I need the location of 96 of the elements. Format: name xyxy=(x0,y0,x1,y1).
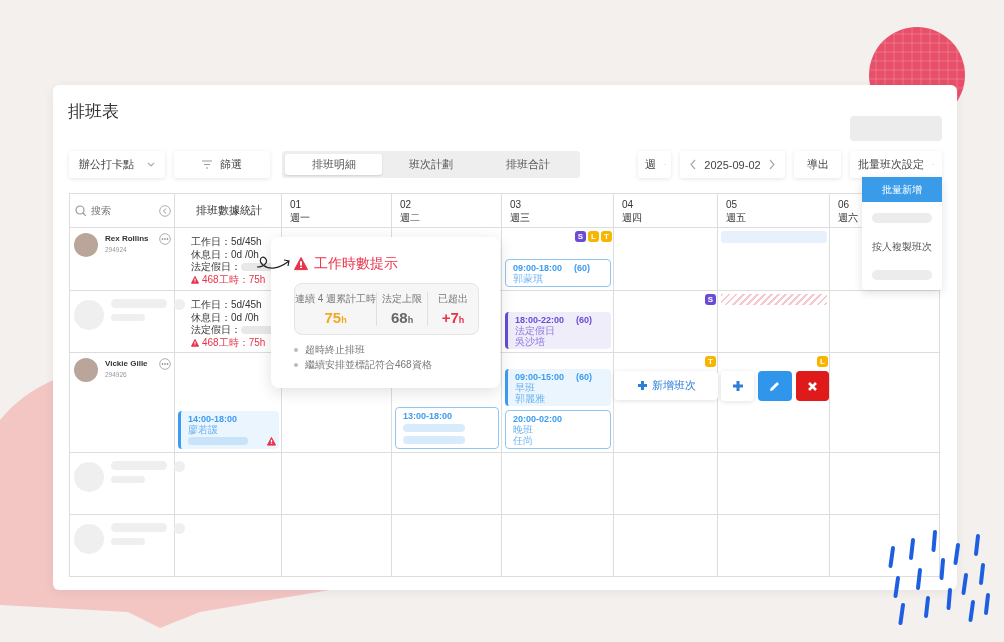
day-number: 02 xyxy=(400,198,412,211)
metric-label: 已超出 xyxy=(438,292,469,306)
shift-note: 早班 xyxy=(515,383,536,394)
shift-type-badge: L xyxy=(817,356,828,367)
day-number: 06 xyxy=(838,198,850,211)
shift-type-badge: S xyxy=(575,231,586,242)
tab[interactable]: 班次計劃 xyxy=(382,154,480,175)
metric-value: 75h xyxy=(324,309,347,326)
shift-type-badge: T xyxy=(601,231,612,242)
batch-settings-select[interactable]: 批量班次設定 xyxy=(850,151,942,178)
shift-card[interactable]: 18:00-22:00 (60) 法定假日 吳沙培 xyxy=(505,312,611,349)
placeholder-bar xyxy=(403,424,466,432)
shift-type-badge: T xyxy=(705,356,716,367)
caret-icon xyxy=(147,162,155,167)
export-button[interactable]: 導出 xyxy=(794,151,841,178)
weekday-label: 週三 xyxy=(510,211,530,224)
shift-note: 吳沙培 xyxy=(515,336,546,347)
close-icon xyxy=(805,379,819,393)
plus-icon xyxy=(636,380,648,391)
shift-note: 廖若諼 xyxy=(188,424,219,435)
shift-time: 14:00-18:00 xyxy=(188,412,238,424)
tab[interactable]: 排班合計 xyxy=(479,154,577,175)
placeholder-bar xyxy=(188,437,248,445)
plus-icon xyxy=(731,380,744,392)
view-select[interactable]: 週 xyxy=(638,151,671,178)
search-icon xyxy=(75,205,86,216)
avatar-placeholder xyxy=(74,358,98,382)
stat-text: 工作日：5d/45h xyxy=(191,236,262,249)
more-icon xyxy=(159,233,171,245)
bullet-dot-icon xyxy=(294,363,298,367)
break-minutes: (60) xyxy=(576,371,593,383)
menu-item[interactable]: 按人複製班次 xyxy=(862,234,942,259)
overtime-warning: 468工時：75h xyxy=(202,273,266,286)
stat-text: 工作日：5d/45h xyxy=(191,299,262,312)
add-button[interactable] xyxy=(721,371,755,401)
shift-type-badge: S xyxy=(705,294,716,305)
stat-text: 法定假日： xyxy=(191,261,241,274)
break-minutes: (60) xyxy=(576,314,593,326)
page-title: 排班表 xyxy=(68,101,119,123)
placeholder-dot xyxy=(174,299,185,310)
weekday-label: 週六 xyxy=(838,211,858,224)
metric-label: 法定上限 xyxy=(382,292,423,306)
shift-note: 任尚 xyxy=(513,435,534,446)
stat-text: 休息日：0d /0h xyxy=(191,248,259,261)
placeholder-dot xyxy=(174,523,185,534)
break-minutes: (60) xyxy=(574,261,591,274)
day-number: 01 xyxy=(290,198,302,211)
shift-note: 郭蒙琪 xyxy=(513,273,544,284)
chevron-left-icon xyxy=(690,159,696,170)
option-text: 超時終止排班 xyxy=(305,344,365,356)
shift-type-badge: L xyxy=(588,231,599,242)
column-heading: 排班數據統計 xyxy=(196,203,262,218)
date-picker: 2025-09-02 xyxy=(680,151,785,178)
warning-icon xyxy=(191,338,199,347)
placeholder-dot xyxy=(174,461,185,472)
chevron-right-icon xyxy=(769,159,775,170)
metric-value: 68h xyxy=(391,309,414,326)
add-shift-button[interactable]: 新增班次 xyxy=(614,371,718,400)
delete-button[interactable] xyxy=(795,371,829,401)
shift-note: 法定假日 xyxy=(515,326,556,337)
day-number: 05 xyxy=(726,198,738,211)
shift-time: 09:00-15:00 xyxy=(515,371,565,383)
metric-value: +7h xyxy=(441,309,465,326)
shift-time: 20:00-02:00 xyxy=(513,413,563,425)
option-text: 繼續安排並標記符合468資格 xyxy=(305,359,432,371)
location-select[interactable]: 辦公打卡點 xyxy=(69,151,165,178)
tip-title: 工作時數提示 xyxy=(314,255,398,273)
employee-name: Rex Rollins xyxy=(105,234,150,243)
shift-note: 晚班 xyxy=(513,425,534,436)
employee-name: Vickie Gille xyxy=(105,359,149,368)
collapse-icon xyxy=(159,204,171,217)
placeholder-bar xyxy=(403,436,466,444)
tab[interactable]: 排班明細 xyxy=(285,154,383,175)
weekday-label: 週二 xyxy=(400,211,420,224)
pencil-icon xyxy=(768,379,782,393)
shift-time: 18:00-22:00 xyxy=(515,314,565,325)
edit-button[interactable] xyxy=(758,371,792,401)
day-number: 04 xyxy=(622,198,634,211)
more-icon xyxy=(159,358,171,370)
weekday-label: 週四 xyxy=(622,211,642,224)
filter-button[interactable]: 篩選 xyxy=(174,151,270,178)
shift-note: 郭麗雅 xyxy=(515,393,546,404)
metric-label: 連續 4 週累計工時 xyxy=(295,292,377,306)
stat-text: 休息日：0d /0h xyxy=(191,311,259,324)
overtime-warning: 468工時：75h xyxy=(202,336,266,349)
avatar-placeholder xyxy=(74,233,98,257)
filter-icon xyxy=(202,160,212,169)
weekday-label: 週五 xyxy=(726,211,746,224)
day-number: 03 xyxy=(510,198,522,211)
shift-time: 13:00-18:00 xyxy=(403,410,453,422)
warning-icon xyxy=(191,275,199,284)
warning-icon xyxy=(294,257,308,271)
shift-time: 09:00-18:00 xyxy=(513,261,563,273)
bullet-dot-icon xyxy=(294,348,298,352)
stat-text: 法定假日： xyxy=(191,324,241,337)
weekday-label: 週一 xyxy=(290,211,310,224)
